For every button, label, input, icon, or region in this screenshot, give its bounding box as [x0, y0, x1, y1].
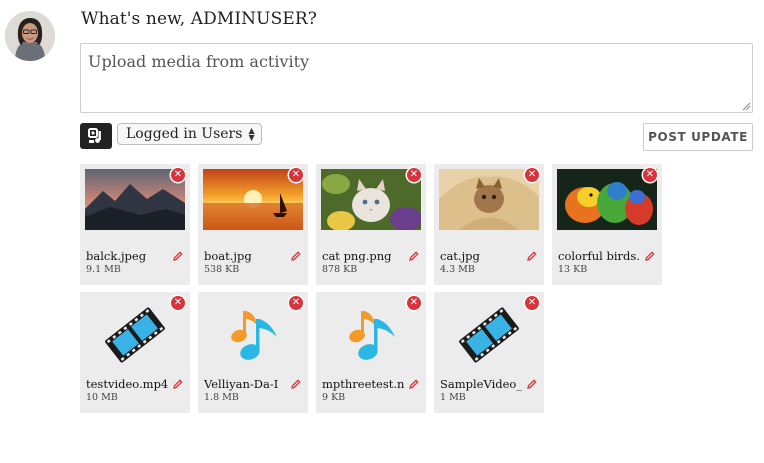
media-item[interactable]: ✕ colorful birds. 13 KB: [552, 164, 662, 285]
media-filename: testvideo.mp4: [86, 377, 168, 391]
remove-media-icon[interactable]: ✕: [171, 168, 185, 182]
media-filename: mpthreetest.n: [322, 377, 404, 391]
media-thumbnail[interactable]: [439, 169, 539, 230]
whats-new-textarea[interactable]: [80, 43, 753, 113]
remove-media-icon[interactable]: ✕: [525, 168, 539, 182]
media-filesize: 1.8 MB: [204, 392, 239, 403]
film-strip-icon: [105, 307, 165, 362]
remove-media-icon[interactable]: ✕: [407, 168, 421, 182]
media-item[interactable]: ✕ cat png.png 878 KB: [316, 164, 426, 285]
media-filename: Velliyan-Da-I: [204, 377, 279, 391]
composer-title: What's new, ADMINUSER?: [81, 9, 317, 29]
media-filesize: 13 KB: [558, 264, 588, 275]
media-filesize: 9 KB: [322, 392, 346, 403]
media-filename: boat.jpg: [204, 249, 252, 263]
media-thumbnail[interactable]: [321, 169, 421, 230]
pencil-icon[interactable]: [290, 378, 302, 390]
media-filename: colorful birds.: [558, 249, 640, 263]
media-item[interactable]: ✕ testvideo.mp4 10 MB: [80, 292, 190, 413]
pencil-icon[interactable]: [290, 250, 302, 262]
remove-media-icon[interactable]: ✕: [643, 168, 657, 182]
media-filesize: 4.3 MB: [440, 264, 475, 275]
pencil-icon[interactable]: [408, 250, 420, 262]
media-filename: SampleVideo_: [440, 377, 522, 391]
remove-media-icon[interactable]: ✕: [289, 168, 303, 182]
remove-media-icon[interactable]: ✕: [289, 296, 303, 310]
media-thumbnail[interactable]: [85, 169, 185, 230]
pencil-icon[interactable]: [526, 378, 538, 390]
media-thumbnail[interactable]: [557, 169, 657, 230]
film-strip-icon: [459, 307, 519, 362]
pencil-icon[interactable]: [408, 378, 420, 390]
privacy-select[interactable]: Logged in Users ▲ ▼: [117, 123, 262, 145]
media-upload-button[interactable]: [80, 123, 112, 149]
media-filesize: 10 MB: [86, 392, 118, 403]
media-item[interactable]: ✕ cat.jpg 4.3 MB: [434, 164, 544, 285]
media-thumbnail[interactable]: [321, 292, 421, 377]
privacy-select-value: Logged in Users: [126, 126, 243, 142]
media-filename: cat png.png: [322, 249, 392, 263]
media-filesize: 878 KB: [322, 264, 358, 275]
media-filesize: 1 MB: [440, 392, 466, 403]
media-thumbnail[interactable]: [203, 292, 303, 377]
media-thumbnail[interactable]: [439, 292, 539, 377]
pencil-icon[interactable]: [172, 378, 184, 390]
media-item[interactable]: ✕ Velliyan-Da-I 1.8 MB: [198, 292, 308, 413]
media-filename: balck.jpeg: [86, 249, 147, 263]
pencil-icon[interactable]: [172, 250, 184, 262]
media-thumbnail[interactable]: [203, 169, 303, 230]
pencil-icon[interactable]: [644, 250, 656, 262]
music-note-icon: [231, 310, 277, 360]
media-item[interactable]: ✕ SampleVideo_ 1 MB: [434, 292, 544, 413]
media-thumbnail[interactable]: [85, 292, 185, 377]
media-item[interactable]: ✕ boat.jpg 538 KB: [198, 164, 308, 285]
resize-grip-icon[interactable]: [741, 101, 751, 111]
media-upload-icon: [88, 128, 101, 143]
media-filename: cat.jpg: [440, 249, 480, 263]
select-arrows-icon: ▲ ▼: [248, 126, 255, 142]
user-avatar[interactable]: [5, 11, 55, 61]
remove-media-icon[interactable]: ✕: [525, 296, 539, 310]
music-note-icon: [349, 310, 395, 360]
media-item[interactable]: ✕ mpthreetest.n 9 KB: [316, 292, 426, 413]
remove-media-icon[interactable]: ✕: [171, 296, 185, 310]
pencil-icon[interactable]: [526, 250, 538, 262]
post-update-button[interactable]: POST UPDATE: [643, 123, 753, 151]
remove-media-icon[interactable]: ✕: [407, 296, 421, 310]
media-filesize: 538 KB: [204, 264, 240, 275]
media-item[interactable]: ✕ balck.jpeg 9.1 MB: [80, 164, 190, 285]
media-filesize: 9.1 MB: [86, 264, 121, 275]
